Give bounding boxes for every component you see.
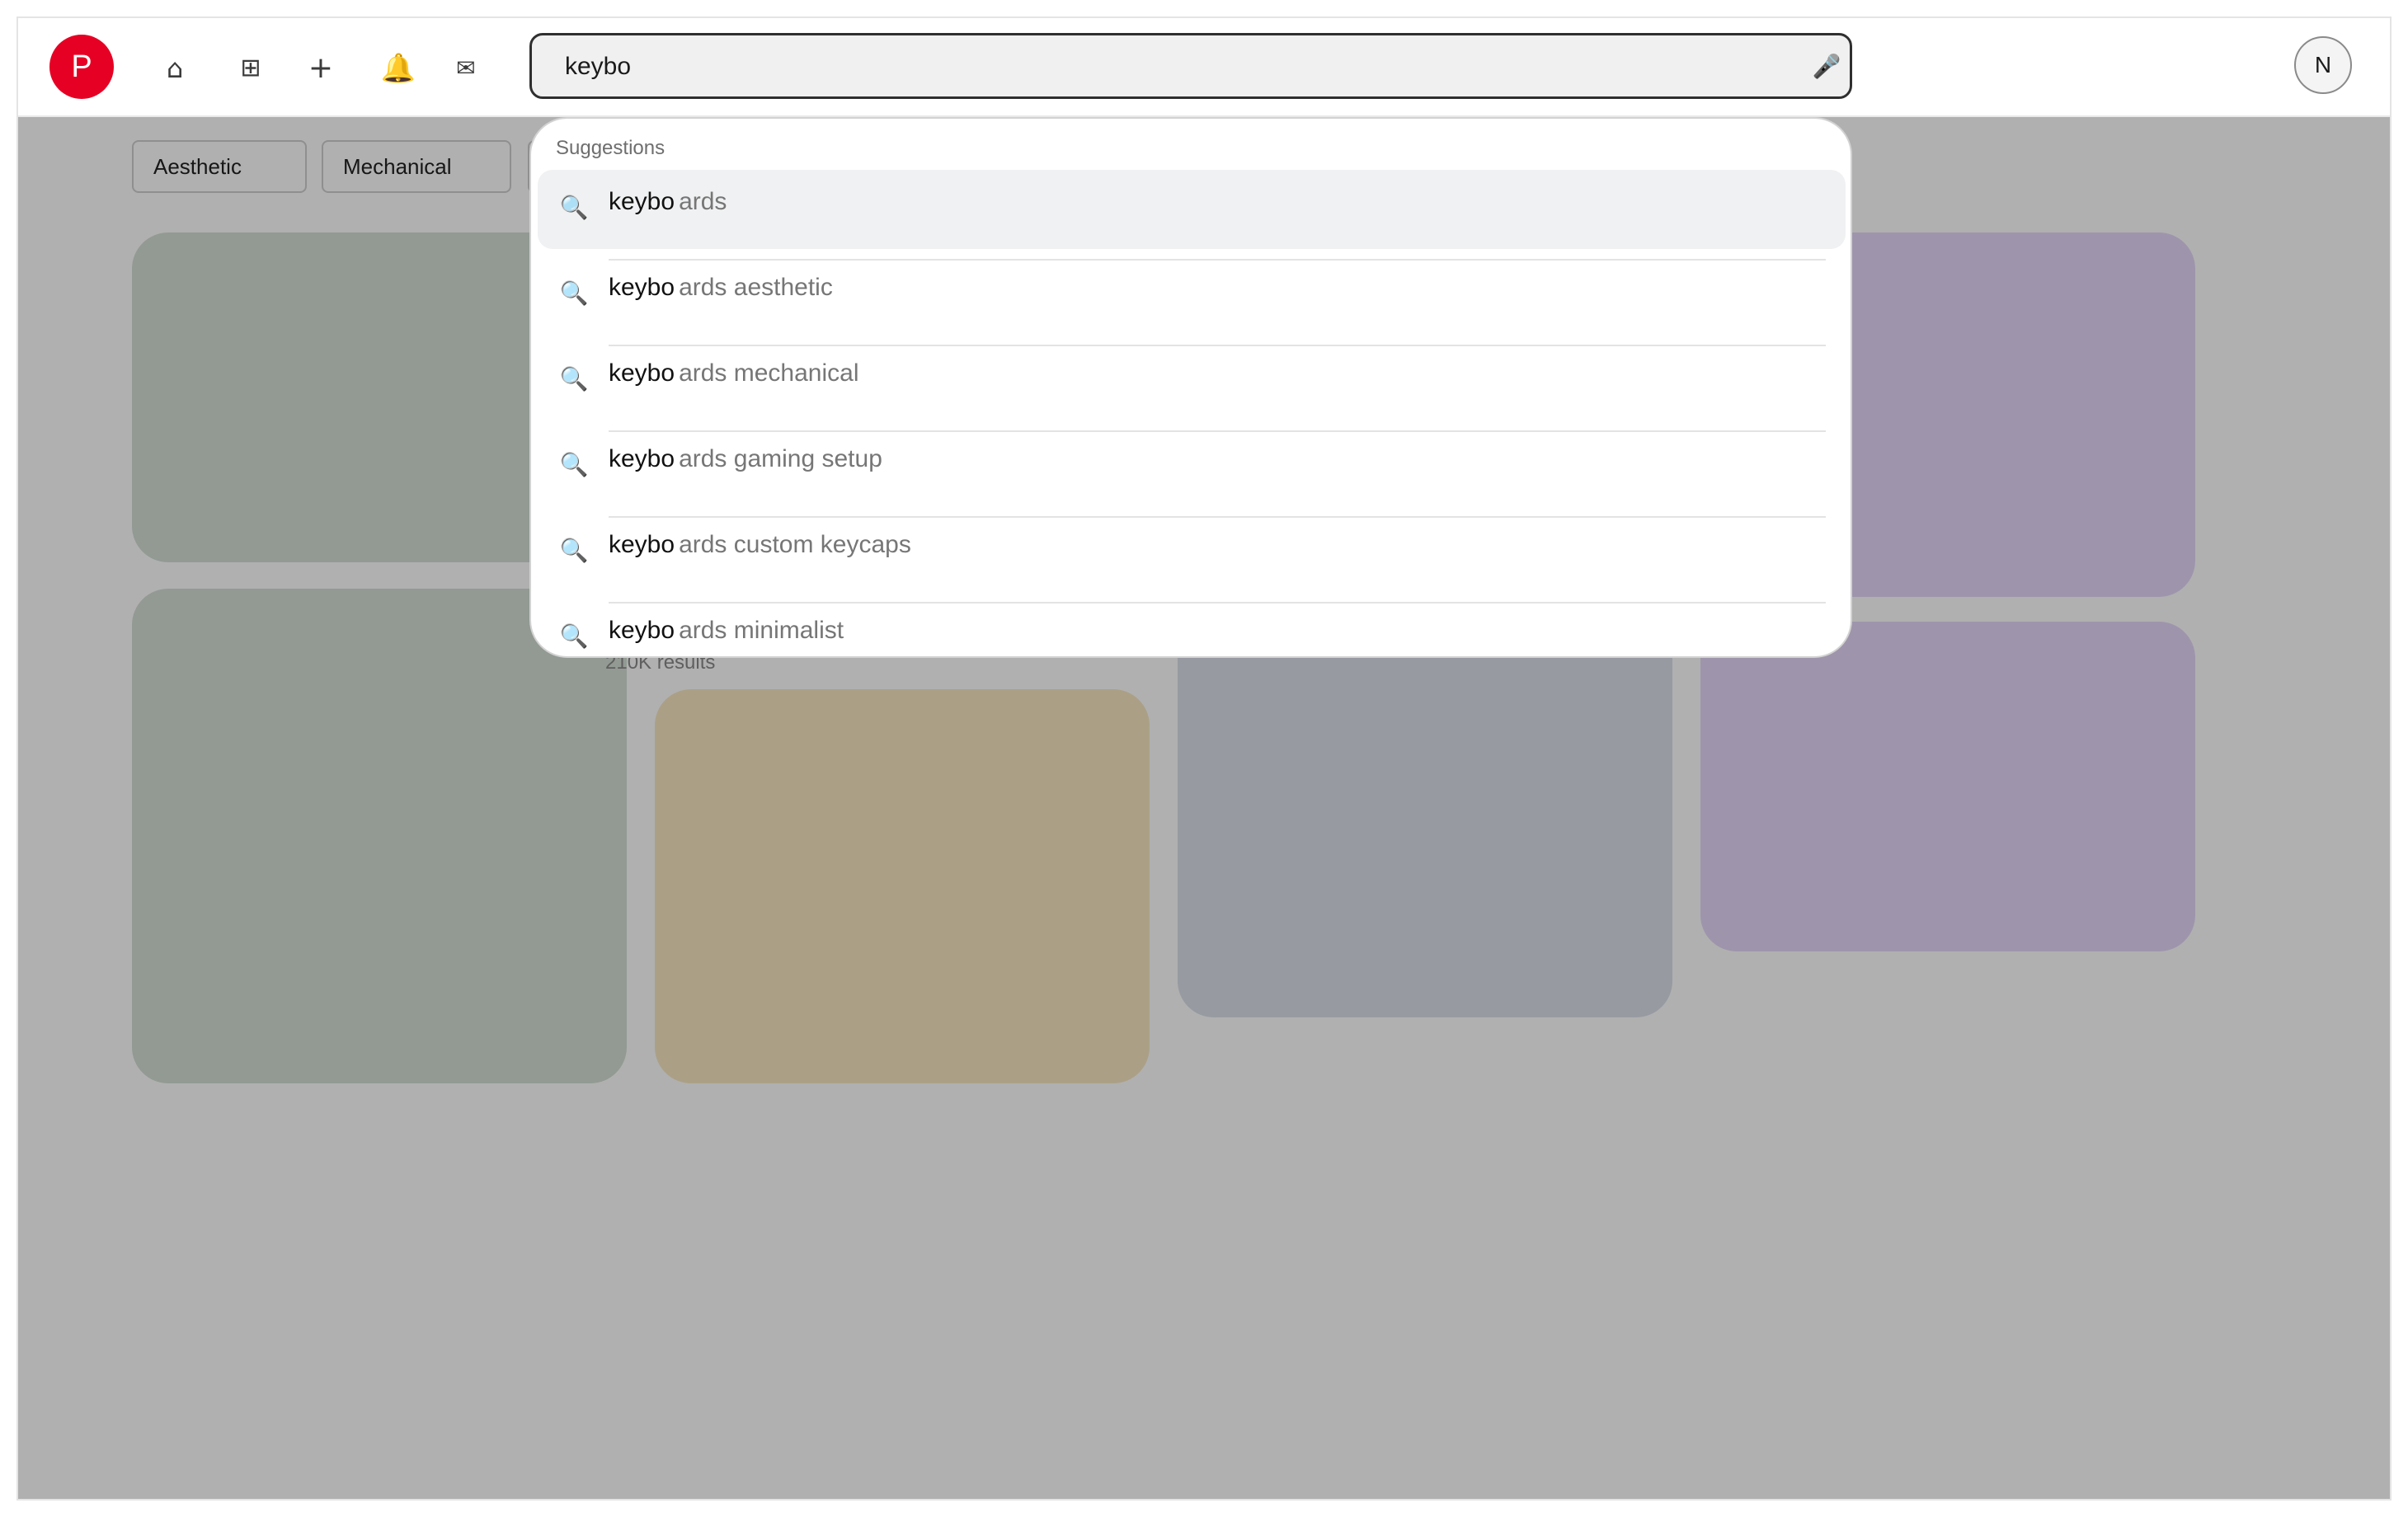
suggestion-typed-text: keybo — [609, 531, 675, 558]
plus-icon[interactable]: + — [299, 46, 343, 91]
top-navigation-bar: P ⌂ ⊞ + 🔔 ✉ 🎤 N — [18, 18, 2390, 117]
bell-icon[interactable]: 🔔 — [376, 46, 421, 91]
suggestion-item[interactable]: 🔍 keybo ards aesthetic — [538, 256, 1846, 335]
suggestion-item[interactable]: 🔍 keybo ards gaming setup — [538, 427, 1846, 506]
search-bar[interactable]: 🎤 — [529, 33, 1852, 99]
home-icon[interactable]: ⌂ — [153, 46, 197, 91]
suggestion-typed-text: keybo — [609, 445, 675, 472]
search-icon: 🔍 — [559, 537, 589, 564]
suggestions-heading: Suggestions — [556, 137, 665, 159]
suggestion-completion-text: ards aesthetic — [679, 274, 833, 301]
suggestion-typed-text: keybo — [609, 274, 675, 301]
suggestion-completion-text: ards gaming setup — [679, 445, 882, 472]
suggestion-completion-text: ards minimalist — [679, 617, 844, 644]
suggestion-typed-text: keybo — [609, 359, 675, 387]
search-suggestions-dropdown: Suggestions 🔍 keybo ards 🔍 keybo ards aest… — [529, 117, 1852, 658]
microphone-icon[interactable]: 🎤 — [1810, 50, 1843, 83]
search-icon: 🔍 — [559, 365, 589, 392]
search-input[interactable] — [565, 45, 1719, 88]
suggestion-item[interactable]: 🔍 keybo ards minimalist — [538, 599, 1846, 656]
brand-logo[interactable]: P — [49, 35, 114, 99]
grid-icon[interactable]: ⊞ — [228, 46, 273, 91]
search-icon: 🔍 — [559, 279, 589, 307]
suggestion-typed-text: keybo — [609, 617, 675, 644]
user-avatar[interactable]: N — [2294, 36, 2352, 94]
suggestion-item[interactable]: 🔍 keybo ards — [538, 170, 1846, 249]
mail-icon[interactable]: ✉ — [444, 46, 488, 91]
suggestion-completion-text: ards — [679, 188, 727, 215]
suggestion-completion-text: ards custom keycaps — [679, 531, 911, 558]
search-icon: 🔍 — [559, 451, 589, 478]
browser-viewport: P ⌂ ⊞ + 🔔 ✉ 🎤 N Aesthetic Mechanical 210… — [16, 16, 2392, 1501]
suggestion-item[interactable]: 🔍 keybo ards mechanical — [538, 341, 1846, 420]
search-icon: 🔍 — [559, 622, 589, 650]
suggestion-item[interactable]: 🔍 keybo ards custom keycaps — [538, 513, 1846, 592]
suggestion-completion-text: ards mechanical — [679, 359, 859, 387]
search-icon: 🔍 — [559, 194, 589, 221]
suggestion-typed-text: keybo — [609, 188, 675, 215]
